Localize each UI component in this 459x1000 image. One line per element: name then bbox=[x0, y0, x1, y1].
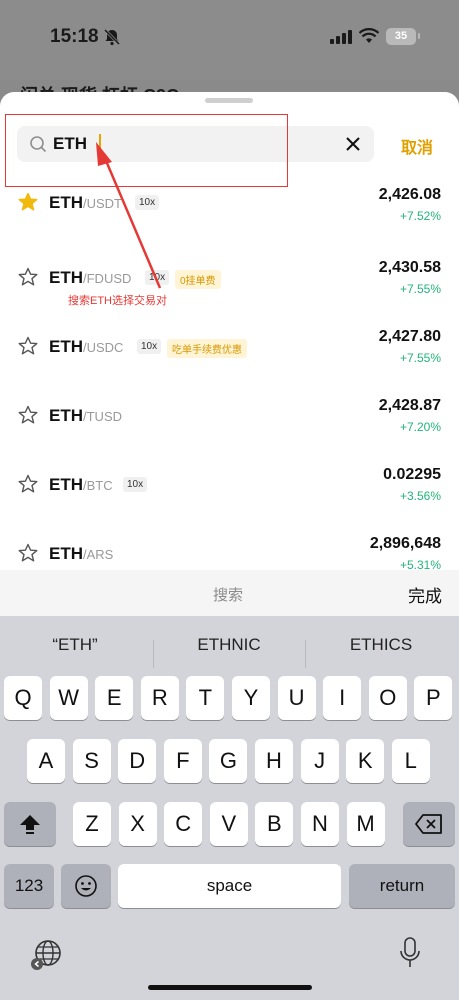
key-h[interactable]: H bbox=[255, 739, 293, 783]
backspace-icon bbox=[415, 814, 442, 834]
key-d[interactable]: D bbox=[118, 739, 157, 783]
shift-icon bbox=[20, 815, 40, 834]
key-k[interactable]: K bbox=[346, 739, 385, 783]
status-bar: 15:18 35 bbox=[0, 0, 459, 80]
key-w[interactable]: W bbox=[49, 676, 88, 720]
key-j[interactable]: J bbox=[300, 739, 339, 783]
key-a[interactable]: A bbox=[27, 739, 65, 783]
suggestion-bar: “ETH” ETHNIC ETHICS bbox=[0, 626, 459, 668]
key-o[interactable]: O bbox=[368, 676, 407, 720]
key-e[interactable]: E bbox=[95, 676, 134, 720]
key-g[interactable]: G bbox=[209, 739, 248, 783]
key-y[interactable]: Y bbox=[232, 676, 270, 720]
return-key[interactable]: return bbox=[349, 864, 455, 908]
status-time: 15:18 bbox=[50, 26, 99, 47]
search-sheet: ETH 取消 ETH/USDT 10x 2,426.08 +7.52% ETH/FDUS… bbox=[0, 92, 459, 618]
delete-key[interactable] bbox=[403, 802, 455, 846]
key-z[interactable]: Z bbox=[73, 802, 111, 846]
key-i[interactable]: I bbox=[323, 676, 362, 720]
annotation-text: 搜索ETH选择交易对 bbox=[68, 295, 167, 307]
microphone-icon[interactable] bbox=[398, 936, 422, 970]
space-key[interactable]: space bbox=[118, 864, 341, 908]
suggestion-item[interactable]: ETHICS bbox=[306, 635, 456, 655]
suggestion-item[interactable]: ETHNIC bbox=[154, 635, 304, 655]
emoji-key[interactable] bbox=[61, 864, 111, 908]
key-n[interactable]: N bbox=[301, 802, 339, 846]
globe-icon[interactable] bbox=[30, 938, 64, 972]
numbers-key[interactable]: 123 bbox=[4, 864, 54, 908]
key-u[interactable]: U bbox=[277, 676, 316, 720]
shift-key[interactable] bbox=[4, 802, 56, 846]
key-c[interactable]: C bbox=[164, 802, 203, 846]
key-s[interactable]: S bbox=[72, 739, 111, 783]
keyboard-search-label: 搜索 bbox=[213, 587, 244, 604]
bell-off-icon bbox=[103, 28, 121, 46]
wifi-icon bbox=[359, 28, 379, 43]
keyboard: “ETH” ETHNIC ETHICS QWERTYUIOP ASDFGHJKL Z… bbox=[0, 616, 459, 1000]
key-v[interactable]: V bbox=[209, 802, 248, 846]
key-q[interactable]: Q bbox=[4, 676, 42, 720]
suggestion-item[interactable]: “ETH” bbox=[0, 635, 150, 655]
keyboard-toolbar: 搜索 完成 bbox=[0, 570, 459, 616]
key-x[interactable]: X bbox=[118, 802, 157, 846]
emoji-icon bbox=[75, 875, 97, 897]
cellular-signal-icon bbox=[330, 30, 352, 44]
battery-indicator: 35 bbox=[386, 28, 420, 45]
key-f[interactable]: F bbox=[163, 739, 202, 783]
done-button[interactable]: 完成 bbox=[408, 582, 442, 607]
home-indicator bbox=[148, 985, 312, 990]
key-l[interactable]: L bbox=[391, 739, 430, 783]
key-b[interactable]: B bbox=[255, 802, 294, 846]
key-t[interactable]: T bbox=[186, 676, 225, 720]
key-p[interactable]: P bbox=[414, 676, 453, 720]
annotation-arrow-icon bbox=[96, 142, 162, 289]
key-r[interactable]: R bbox=[140, 676, 179, 720]
key-m[interactable]: M bbox=[346, 802, 385, 846]
